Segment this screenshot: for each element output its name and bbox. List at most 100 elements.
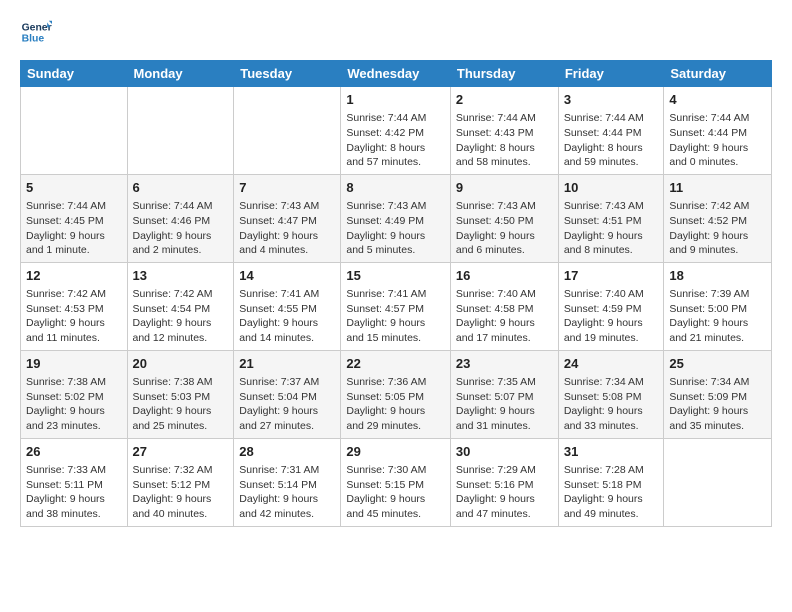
calendar-cell: 1Sunrise: 7:44 AMSunset: 4:42 PMDaylight… xyxy=(341,87,451,175)
page-header: General Blue xyxy=(20,16,772,48)
cell-content: 26Sunrise: 7:33 AMSunset: 5:11 PMDayligh… xyxy=(26,443,122,522)
calendar-cell: 2Sunrise: 7:44 AMSunset: 4:43 PMDaylight… xyxy=(450,87,558,175)
cell-text-line: Sunrise: 7:44 AM xyxy=(346,112,426,124)
cell-content: 16Sunrise: 7:40 AMSunset: 4:58 PMDayligh… xyxy=(456,267,553,346)
calendar-cell: 19Sunrise: 7:38 AMSunset: 5:02 PMDayligh… xyxy=(21,350,128,438)
cell-text-line: Sunrise: 7:36 AM xyxy=(346,376,426,388)
calendar-cell: 31Sunrise: 7:28 AMSunset: 5:18 PMDayligh… xyxy=(558,438,664,526)
day-number: 9 xyxy=(456,179,553,197)
cell-text-line: Sunrise: 7:37 AM xyxy=(239,376,319,388)
cell-text-line: Daylight: 8 hours and 58 minutes. xyxy=(456,142,535,169)
cell-content: 12Sunrise: 7:42 AMSunset: 4:53 PMDayligh… xyxy=(26,267,122,346)
cell-text-line: Sunset: 4:45 PM xyxy=(26,215,104,227)
logo: General Blue xyxy=(20,16,52,48)
cell-text-line: Sunset: 4:47 PM xyxy=(239,215,317,227)
calendar-cell: 28Sunrise: 7:31 AMSunset: 5:14 PMDayligh… xyxy=(234,438,341,526)
cell-text-line: Sunset: 5:15 PM xyxy=(346,479,424,491)
cell-text-line: Sunrise: 7:43 AM xyxy=(239,200,319,212)
cell-content: 29Sunrise: 7:30 AMSunset: 5:15 PMDayligh… xyxy=(346,443,445,522)
cell-content: 3Sunrise: 7:44 AMSunset: 4:44 PMDaylight… xyxy=(564,91,659,170)
cell-text-line: Sunset: 4:42 PM xyxy=(346,127,424,139)
cell-text-line: Daylight: 9 hours and 33 minutes. xyxy=(564,405,643,432)
cell-text-line: Sunrise: 7:40 AM xyxy=(564,288,644,300)
weekday-header: Monday xyxy=(127,61,234,87)
cell-text-line: Daylight: 9 hours and 27 minutes. xyxy=(239,405,318,432)
calendar-cell: 25Sunrise: 7:34 AMSunset: 5:09 PMDayligh… xyxy=(664,350,772,438)
cell-text-line: Sunset: 5:16 PM xyxy=(456,479,534,491)
calendar-cell: 30Sunrise: 7:29 AMSunset: 5:16 PMDayligh… xyxy=(450,438,558,526)
cell-text-line: Sunrise: 7:39 AM xyxy=(669,288,749,300)
cell-text-line: Sunset: 4:44 PM xyxy=(669,127,747,139)
cell-text-line: Daylight: 9 hours and 25 minutes. xyxy=(133,405,212,432)
weekday-header-row: SundayMondayTuesdayWednesdayThursdayFrid… xyxy=(21,61,772,87)
cell-content: 5Sunrise: 7:44 AMSunset: 4:45 PMDaylight… xyxy=(26,179,122,258)
day-number: 27 xyxy=(133,443,229,461)
cell-text-line: Daylight: 9 hours and 42 minutes. xyxy=(239,493,318,520)
cell-content: 2Sunrise: 7:44 AMSunset: 4:43 PMDaylight… xyxy=(456,91,553,170)
cell-content: 8Sunrise: 7:43 AMSunset: 4:49 PMDaylight… xyxy=(346,179,445,258)
calendar-cell: 9Sunrise: 7:43 AMSunset: 4:50 PMDaylight… xyxy=(450,174,558,262)
cell-text-line: Sunset: 5:04 PM xyxy=(239,391,317,403)
cell-content: 19Sunrise: 7:38 AMSunset: 5:02 PMDayligh… xyxy=(26,355,122,434)
calendar-cell: 24Sunrise: 7:34 AMSunset: 5:08 PMDayligh… xyxy=(558,350,664,438)
cell-text-line: Daylight: 9 hours and 21 minutes. xyxy=(669,317,748,344)
cell-text-line: Sunset: 5:18 PM xyxy=(564,479,642,491)
cell-text-line: Sunset: 4:59 PM xyxy=(564,303,642,315)
cell-text-line: Sunset: 4:53 PM xyxy=(26,303,104,315)
cell-text-line: Sunset: 5:14 PM xyxy=(239,479,317,491)
cell-text-line: Daylight: 9 hours and 0 minutes. xyxy=(669,142,748,169)
cell-content: 17Sunrise: 7:40 AMSunset: 4:59 PMDayligh… xyxy=(564,267,659,346)
cell-text-line: Sunset: 5:08 PM xyxy=(564,391,642,403)
calendar-cell: 3Sunrise: 7:44 AMSunset: 4:44 PMDaylight… xyxy=(558,87,664,175)
cell-text-line: Sunrise: 7:34 AM xyxy=(669,376,749,388)
calendar-cell: 27Sunrise: 7:32 AMSunset: 5:12 PMDayligh… xyxy=(127,438,234,526)
cell-text-line: Sunset: 5:03 PM xyxy=(133,391,211,403)
calendar-cell: 18Sunrise: 7:39 AMSunset: 5:00 PMDayligh… xyxy=(664,262,772,350)
cell-text-line: Sunrise: 7:44 AM xyxy=(669,112,749,124)
cell-text-line: Sunrise: 7:30 AM xyxy=(346,464,426,476)
cell-content: 21Sunrise: 7:37 AMSunset: 5:04 PMDayligh… xyxy=(239,355,335,434)
cell-text-line: Sunrise: 7:40 AM xyxy=(456,288,536,300)
cell-content: 9Sunrise: 7:43 AMSunset: 4:50 PMDaylight… xyxy=(456,179,553,258)
cell-text-line: Daylight: 9 hours and 14 minutes. xyxy=(239,317,318,344)
cell-text-line: Sunrise: 7:34 AM xyxy=(564,376,644,388)
cell-content: 20Sunrise: 7:38 AMSunset: 5:03 PMDayligh… xyxy=(133,355,229,434)
calendar-cell: 7Sunrise: 7:43 AMSunset: 4:47 PMDaylight… xyxy=(234,174,341,262)
cell-text-line: Sunset: 4:57 PM xyxy=(346,303,424,315)
cell-text-line: Daylight: 9 hours and 15 minutes. xyxy=(346,317,425,344)
cell-text-line: Sunrise: 7:38 AM xyxy=(26,376,106,388)
cell-text-line: Sunset: 4:58 PM xyxy=(456,303,534,315)
cell-text-line: Daylight: 9 hours and 12 minutes. xyxy=(133,317,212,344)
calendar-cell: 23Sunrise: 7:35 AMSunset: 5:07 PMDayligh… xyxy=(450,350,558,438)
cell-text-line: Daylight: 9 hours and 4 minutes. xyxy=(239,230,318,257)
cell-text-line: Sunset: 4:43 PM xyxy=(456,127,534,139)
cell-content: 22Sunrise: 7:36 AMSunset: 5:05 PMDayligh… xyxy=(346,355,445,434)
calendar-week-row: 19 Sunrise: 7:38 AM Sunset: 5:02 PM Dayligh… xyxy=(21,350,772,438)
cell-text-line: Sunrise: 7:41 AM xyxy=(346,288,426,300)
calendar-header: SundayMondayTuesdayWednesdayThursdayFrid… xyxy=(21,61,772,87)
day-number: 30 xyxy=(456,443,553,461)
cell-text-line: Sunset: 5:09 PM xyxy=(669,391,747,403)
calendar-cell: 15Sunrise: 7:41 AMSunset: 4:57 PMDayligh… xyxy=(341,262,451,350)
day-number: 6 xyxy=(133,179,229,197)
cell-content: 7Sunrise: 7:43 AMSunset: 4:47 PMDaylight… xyxy=(239,179,335,258)
cell-text-line: Daylight: 9 hours and 38 minutes. xyxy=(26,493,105,520)
cell-text-line: Daylight: 9 hours and 11 minutes. xyxy=(26,317,105,344)
weekday-header: Tuesday xyxy=(234,61,341,87)
calendar-cell: 22Sunrise: 7:36 AMSunset: 5:05 PMDayligh… xyxy=(341,350,451,438)
cell-text-line: Sunset: 4:52 PM xyxy=(669,215,747,227)
weekday-header: Friday xyxy=(558,61,664,87)
cell-content: 25Sunrise: 7:34 AMSunset: 5:09 PMDayligh… xyxy=(669,355,766,434)
calendar-week-row: 5Sunrise: 7:44 AMSunset: 4:45 PMDaylight… xyxy=(21,174,772,262)
cell-text-line: Sunrise: 7:33 AM xyxy=(26,464,106,476)
calendar-cell: 4Sunrise: 7:44 AMSunset: 4:44 PMDaylight… xyxy=(664,87,772,175)
calendar-cell xyxy=(664,438,772,526)
day-number: 14 xyxy=(239,267,335,285)
day-number: 19 xyxy=(26,355,122,373)
cell-text-line: Daylight: 9 hours and 17 minutes. xyxy=(456,317,535,344)
calendar-cell: 20Sunrise: 7:38 AMSunset: 5:03 PMDayligh… xyxy=(127,350,234,438)
cell-content: 27Sunrise: 7:32 AMSunset: 5:12 PMDayligh… xyxy=(133,443,229,522)
day-number: 3 xyxy=(564,91,659,109)
cell-text-line: Sunset: 5:11 PM xyxy=(26,479,103,491)
cell-text-line: Sunset: 5:02 PM xyxy=(26,391,104,403)
